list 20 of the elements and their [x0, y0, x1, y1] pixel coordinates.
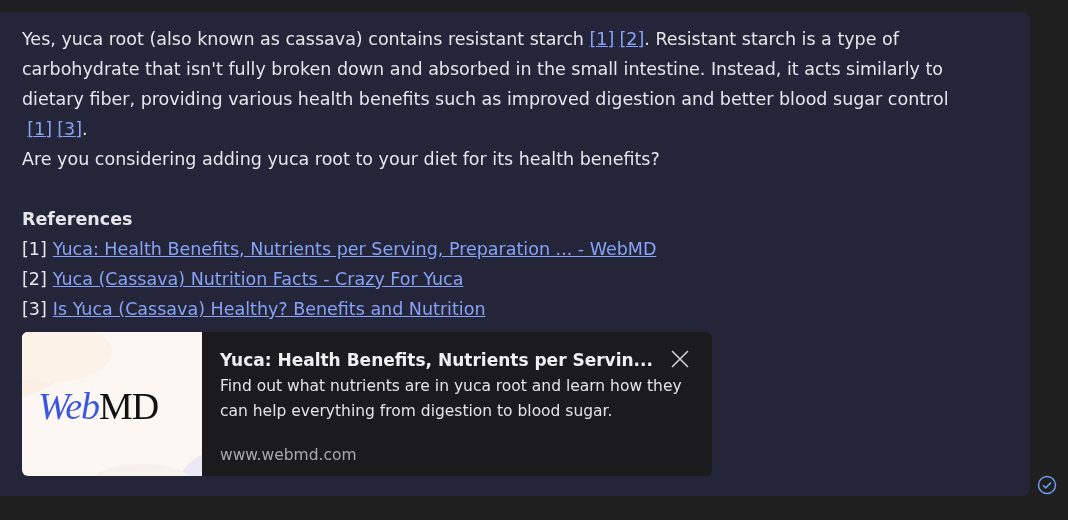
reference-number: [2]	[22, 268, 47, 291]
preview-domain: www.webmd.com	[220, 445, 358, 466]
references-heading: References	[22, 208, 134, 231]
reference-link[interactable]: Yuca: Health Benefits, Nutrients per Serving, Preparation ... - WebMD	[52, 234, 657, 264]
citation-link[interactable]: [3]	[57, 119, 83, 139]
preview-title: Yuca: Health Benefits, Nutrients per Servin...	[220, 349, 653, 372]
citation-link[interactable]: [1]	[27, 119, 53, 139]
follow-up-question: Are you considering adding yuca root to your diet for its health benefits?	[22, 148, 661, 171]
brand-logo: WebMD	[38, 384, 159, 428]
answer-paragraph: Yes, yuca root (also known as cassava) contains resistant starch [1] [2]. Resistant starch is a type of carbohydrate that isn't fully broken down and absorbed in the small intestine. Instead, it acts similarly to dietary fiber, providing various health benefits such as improved digestion and better blood sugar control [1] [3].	[22, 28, 950, 141]
link-preview-card[interactable]: WebMD Yuca: Health Benefits, Nutrients per Servin... Find out what nutrients are in yuca root and learn how they can help everything from digestion to blood sugar. www.webmd.com	[22, 332, 712, 476]
reference-link[interactable]: Yuca (Cassava) Nutrition Facts - Crazy For Yuca	[52, 264, 464, 294]
reference-number: [3]	[22, 298, 47, 321]
preview-description: Find out what nutrients are in yuca root and learn how they can help everything from digestion to blood sugar.	[220, 376, 683, 422]
check-circle-icon	[1037, 475, 1057, 495]
reference-number: [1]	[22, 238, 47, 261]
reference-link[interactable]: Is Yuca (Cassava) Healthy? Benefits and Nutrition	[52, 294, 486, 324]
citation-link[interactable]: [1]	[589, 29, 615, 49]
citation-link[interactable]: [2]	[619, 29, 645, 49]
close-icon[interactable]	[671, 350, 689, 368]
